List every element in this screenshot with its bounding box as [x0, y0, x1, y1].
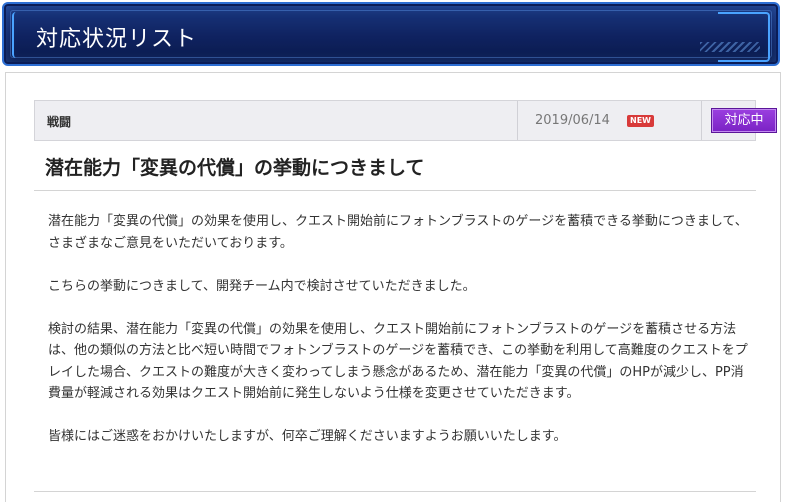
body-paragraph: 潜在能力「変異の代償」の効果を使用し、クエスト開始前にフォトンブラストのゲージを…	[48, 214, 748, 251]
body-paragraph: 検討の結果、潜在能力「変異の代償」の効果を使用し、クエスト開始前にフォトンブラス…	[48, 321, 748, 402]
entry-meta-bar: 戦闘 2019/06/14 NEW 対応中	[34, 100, 777, 141]
title-divider	[34, 190, 756, 191]
body-paragraph: 皆様にはご迷惑をおかけいたしますが、何卒ご理解くださいますようお願いいたします。	[48, 429, 567, 444]
meta-divider	[517, 101, 518, 140]
new-badge: NEW	[627, 115, 654, 127]
body-paragraph: こちらの挙動につきまして、開発チーム内で検討させていただきました。	[48, 278, 476, 294]
status-badge: 対応中	[711, 108, 777, 133]
meta-divider	[701, 101, 702, 140]
banner-right-accent	[718, 12, 770, 62]
banner-left-accent	[12, 12, 24, 58]
page-title: 対応状況リスト	[36, 27, 198, 52]
entry-card: 戦闘 2019/06/14 NEW 対応中 潜在能力「変異の代償」の挙動につきま…	[5, 72, 781, 502]
entry-title: 潜在能力「変異の代償」の挙動につきまして	[45, 157, 425, 179]
banner-stripes-decoration	[700, 42, 760, 52]
header-banner: 対応状況リスト	[2, 2, 780, 66]
entry-date: 2019/06/14	[535, 113, 610, 128]
entry-body: 潜在能力「変異の代償」の効果を使用し、クエスト開始前にフォトンブラストのゲージを…	[48, 211, 748, 469]
category-label: 戦闘	[47, 115, 72, 129]
